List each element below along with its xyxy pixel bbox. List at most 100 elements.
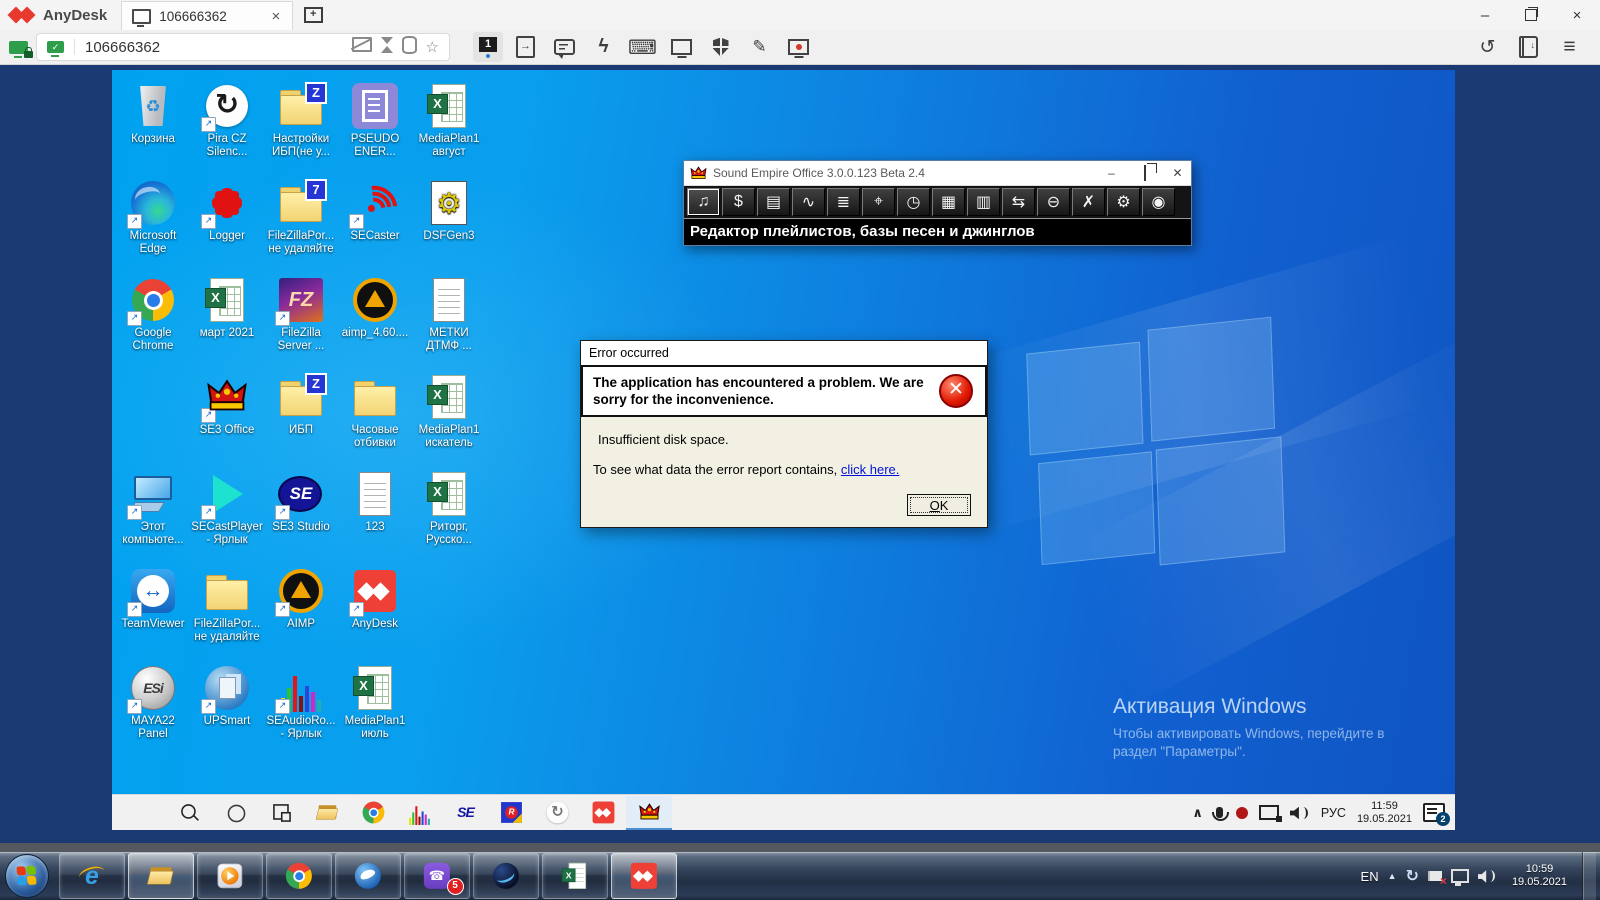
skype-app-taskbar-button[interactable] [473,853,539,899]
network-icon[interactable] [1259,805,1279,820]
desktop-icon[interactable]: Часовые отбивки [338,371,412,468]
excel-taskbar-button[interactable]: X [542,853,608,899]
file-explorer-taskbar-button[interactable] [128,853,194,899]
desktop-icon[interactable]: XРиторг, Русско... [412,468,486,565]
start-taskbar-button[interactable] [120,796,166,830]
desktop-icon[interactable]: XMediaPlan1 июль [338,662,412,759]
desktop-icon[interactable]: ↗Logger [190,177,264,274]
desktop-icon[interactable]: ZИБП [264,371,338,468]
chrome-taskbar-button[interactable] [350,796,396,830]
remote-clock[interactable]: 11:5919.05.2021 [1357,800,1412,826]
error-dialog[interactable]: Error occurred The application has encou… [580,340,988,528]
desktop-icon[interactable]: PSEUDO ENER... [338,80,412,177]
microphone-icon[interactable] [1216,807,1223,818]
desktop-icon[interactable]: ↗SE3 Office [190,371,264,468]
show-desktop-button[interactable] [1582,852,1596,900]
desktop-icon[interactable]: XMediaPlan1 август [412,80,486,177]
record-session-button[interactable] [782,32,815,62]
display-settings-button[interactable] [665,32,698,62]
session-time-icon[interactable] [381,37,393,58]
se-toolbar-grid-button[interactable]: ▦ [932,188,965,216]
task-view-taskbar-button[interactable] [258,796,304,830]
desktop-icon[interactable]: ↻↗Pira CZ Silenc... [190,80,264,177]
minimize-button[interactable]: – [1462,0,1508,30]
se-minimize-button[interactable]: – [1098,166,1125,180]
se-toolbar-satellite-button[interactable]: ⌖ [862,188,895,216]
menu-button[interactable]: ≡ [1553,32,1586,62]
clipboard-sync-icon[interactable] [402,36,417,59]
click-here-link[interactable]: click here. [841,462,900,477]
anydesk-taskbar-button[interactable] [611,853,677,899]
se-toolbar-billing-button[interactable]: $ [722,188,755,216]
viber-taskbar-button[interactable]: ☎5 [404,853,470,899]
host-clock[interactable]: 10:5919.05.2021 [1506,863,1573,889]
recording-dot-icon[interactable] [1236,807,1248,819]
desktop-icon[interactable]: МЕТКИ ДТМФ ... [412,274,486,371]
history-button[interactable]: ↺ [1471,32,1504,62]
chrome-taskbar-button[interactable] [266,853,332,899]
desktop-icon[interactable]: ↗SECaster [338,177,412,274]
tab-close-icon[interactable]: × [269,8,282,25]
permissions-button[interactable] [704,32,737,62]
se-app-taskbar-button[interactable]: SE [442,796,488,830]
host-swirl-tray-icon[interactable]: ↻ [1406,866,1419,886]
host-tray-expand-icon[interactable]: ▲ [1388,871,1397,881]
language-indicator[interactable]: РУС [1321,806,1346,820]
address-pill[interactable]: ✓ 106666362 ☆ [36,33,450,61]
desktop-icon[interactable]: ↔↗TeamViewer [116,565,190,662]
start-orb-button[interactable] [5,854,49,898]
desktop-icon[interactable]: ⚙DSFGen3 [412,177,486,274]
desktop-icon[interactable]: ♻Корзина [116,80,190,177]
cortana-taskbar-button[interactable] [212,796,258,830]
close-button[interactable]: × [1554,0,1600,30]
privacy-mode-icon[interactable] [352,37,372,57]
se-close-button[interactable]: ✕ [1164,166,1191,180]
action-center-flag-icon[interactable] [1428,871,1442,881]
desktop-icon[interactable]: 123 [338,468,412,565]
desktop-icon[interactable]: XMediaPlan1 искатель [412,371,486,468]
se-toolbar-view-button[interactable]: ◉ [1142,188,1175,216]
host-language-indicator[interactable]: EN [1361,869,1379,884]
r-app-taskbar-button[interactable]: R [488,796,534,830]
thunderbird-taskbar-button[interactable] [335,853,401,899]
anydesk-taskbar-button[interactable] [580,796,626,830]
se-toolbar-waveform-button[interactable]: ∿ [792,188,825,216]
se-titlebar[interactable]: Sound Empire Office 3.0.0.123 Beta 2.4 –… [684,161,1191,185]
se-toolbar-settings-button[interactable]: ⚙ [1107,188,1140,216]
se-toolbar-log-button[interactable]: ▥ [967,188,1000,216]
actions-button[interactable]: ϟ [587,32,620,62]
monitor-select-button[interactable]: 1 [473,32,503,62]
internet-explorer-taskbar-button[interactable]: e [59,853,125,899]
favorites-icon[interactable]: ☆ [426,38,439,57]
sound-empire-window[interactable]: Sound Empire Office 3.0.0.123 Beta 2.4 –… [683,160,1192,246]
search-taskbar-button[interactable] [166,796,212,830]
desktop-icon[interactable]: ↗Microsoft Edge [116,177,190,274]
pira-cz-taskbar-button[interactable]: ↻ [534,796,580,830]
file-manager-button[interactable]: → [509,32,542,62]
tray-expand-icon[interactable]: ∧ [1192,805,1203,821]
restore-button[interactable] [1508,0,1554,30]
desktop-icon[interactable]: ESi↗MAYA22 Panel [116,662,190,759]
host-network-icon[interactable] [1451,869,1469,883]
desktop-icon[interactable]: ↗SECastPlayer - Ярлык [190,468,264,565]
se-toolbar-database-button[interactable]: ⊖ [1037,188,1070,216]
desktop-icon[interactable]: ZНастройки ИБП(не у... [264,80,338,177]
desktop-icon[interactable]: SE↗SE3 Studio [264,468,338,565]
se-toolbar-document-button[interactable]: ▤ [757,188,790,216]
file-explorer-taskbar-button[interactable] [304,796,350,830]
se-toolbar-music-button[interactable]: ♫ [687,188,720,216]
speaker-icon[interactable] [1290,806,1310,820]
desktop-icon[interactable]: ↗Этот компьюте... [116,468,190,565]
session-tab[interactable]: 106666362 × [121,1,293,30]
se-audio-router-taskbar-button[interactable] [396,796,442,830]
se-maximize-button[interactable] [1131,166,1158,180]
ok-button[interactable]: OK [907,494,971,516]
address-book-button[interactable] [1512,32,1545,62]
desktop-icon[interactable]: aimp_4.60.... [338,274,412,371]
desktop-icon[interactable]: ↗AnyDesk [338,565,412,662]
desktop-icon[interactable]: 7FileZillaPor... не удаляйте [264,177,338,274]
desktop-icon[interactable]: ↗SEAudioRo... - Ярлык [264,662,338,759]
chat-button[interactable] [548,32,581,62]
se-toolbar-transfer-button[interactable]: ⇆ [1002,188,1035,216]
desktop-icon[interactable]: FileZillaPor... не удаляйте [190,565,264,662]
